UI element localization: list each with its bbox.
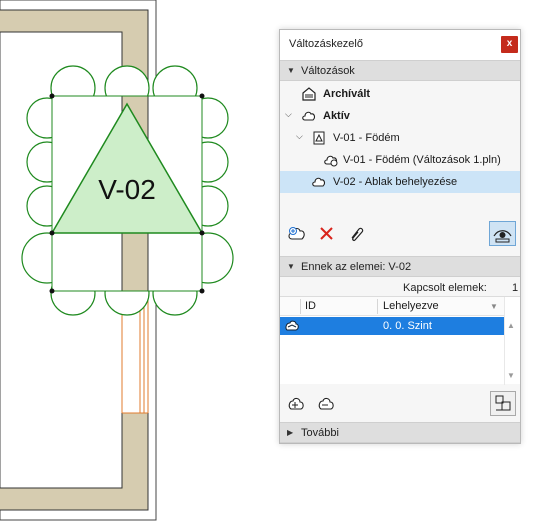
panel-titlebar[interactable]: Változáskezelő x	[280, 30, 520, 60]
tree-item-active[interactable]: ⌵ Aktív	[280, 105, 520, 127]
table-cell-location: 0. 0. Szint	[383, 320, 432, 332]
more-section-label: További	[301, 427, 339, 439]
remove-element-button[interactable]	[316, 393, 338, 415]
elements-table[interactable]: ID Lehelyezve ▼ 0. 0. Szint ▲ ▼	[280, 296, 520, 385]
new-change-button[interactable]	[286, 223, 308, 245]
select-elements-button[interactable]	[490, 391, 516, 416]
archive-icon	[301, 86, 317, 102]
table-header: ID Lehelyezve ▼	[280, 297, 504, 316]
column-header-id[interactable]: ID	[305, 300, 316, 312]
tree-item-label: V-01 - Födém	[333, 132, 400, 144]
paperclip-icon	[351, 227, 364, 241]
chevron-down-icon[interactable]: ⌵	[296, 131, 303, 142]
linked-elements-count: 1	[512, 282, 519, 294]
scroll-up-icon[interactable]: ▲	[507, 321, 515, 330]
window-opening[interactable]	[121, 300, 149, 414]
tree-item-v01-linked[interactable]: V-01 - Födém (Változások 1.pln)	[280, 149, 520, 171]
linked-cloud-icon	[323, 152, 339, 168]
linked-elements-label: Kapcsolt elemek:	[403, 282, 487, 294]
tree-item-label: Aktív	[323, 110, 350, 122]
cloud-icon	[311, 174, 327, 190]
collapse-arrow-icon[interactable]: ▼	[287, 66, 295, 75]
changes-section-label: Változások	[301, 65, 355, 77]
show-markers-toggle[interactable]	[489, 221, 516, 246]
scroll-down-icon[interactable]: ▼	[507, 371, 515, 380]
scrollbar-track[interactable]	[504, 297, 505, 385]
tree-item-archived[interactable]: Archívált	[280, 83, 520, 105]
elements-section-label: Ennek az elemei: V-02	[301, 261, 412, 273]
tree-item-v02[interactable]: V-02 - Ablak behelyezése	[280, 171, 520, 193]
tree-item-v01[interactable]: ⌵ V-01 - Födém	[280, 127, 520, 149]
link-change-button[interactable]	[345, 223, 367, 245]
tree-item-label: Archívált	[323, 88, 371, 100]
collapse-arrow-icon[interactable]: ▼	[287, 262, 295, 271]
column-header-location[interactable]: Lehelyezve	[383, 300, 439, 312]
select-in-plan-icon	[495, 395, 511, 411]
change-manager-panel: Változáskezelő x ▼ Változások Archívált …	[279, 29, 521, 444]
changes-section-header[interactable]: ▼ Változások	[280, 60, 520, 81]
elements-section-header[interactable]: ▼ Ennek az elemei: V-02	[280, 256, 520, 277]
panel-title: Változáskezelő	[289, 38, 363, 50]
delete-x-icon	[320, 227, 333, 240]
tree-item-label: V-01 - Födém (Változások 1.pln)	[343, 154, 501, 166]
cloud-icon	[301, 108, 317, 124]
table-row[interactable]: 0. 0. Szint	[280, 317, 504, 335]
column-divider	[377, 299, 378, 314]
sort-arrow-icon[interactable]: ▼	[490, 302, 498, 311]
chevron-down-icon[interactable]: ⌵	[285, 109, 292, 120]
more-section-header[interactable]: ▶ További	[280, 422, 520, 443]
expand-arrow-icon[interactable]: ▶	[287, 428, 293, 437]
add-cloud-icon	[288, 227, 305, 240]
eye-icon	[493, 230, 512, 243]
add-element-icon	[288, 397, 304, 410]
change-marker-label: V-02	[98, 174, 156, 205]
remove-element-icon	[318, 397, 334, 410]
column-divider	[300, 299, 301, 314]
close-button[interactable]: x	[501, 36, 518, 53]
delete-change-button[interactable]	[316, 223, 338, 245]
stacked-changes-icon	[311, 130, 327, 146]
tree-item-label: V-02 - Ablak behelyezése	[333, 176, 458, 188]
element-object-icon	[284, 318, 300, 334]
add-element-button[interactable]	[286, 393, 308, 415]
